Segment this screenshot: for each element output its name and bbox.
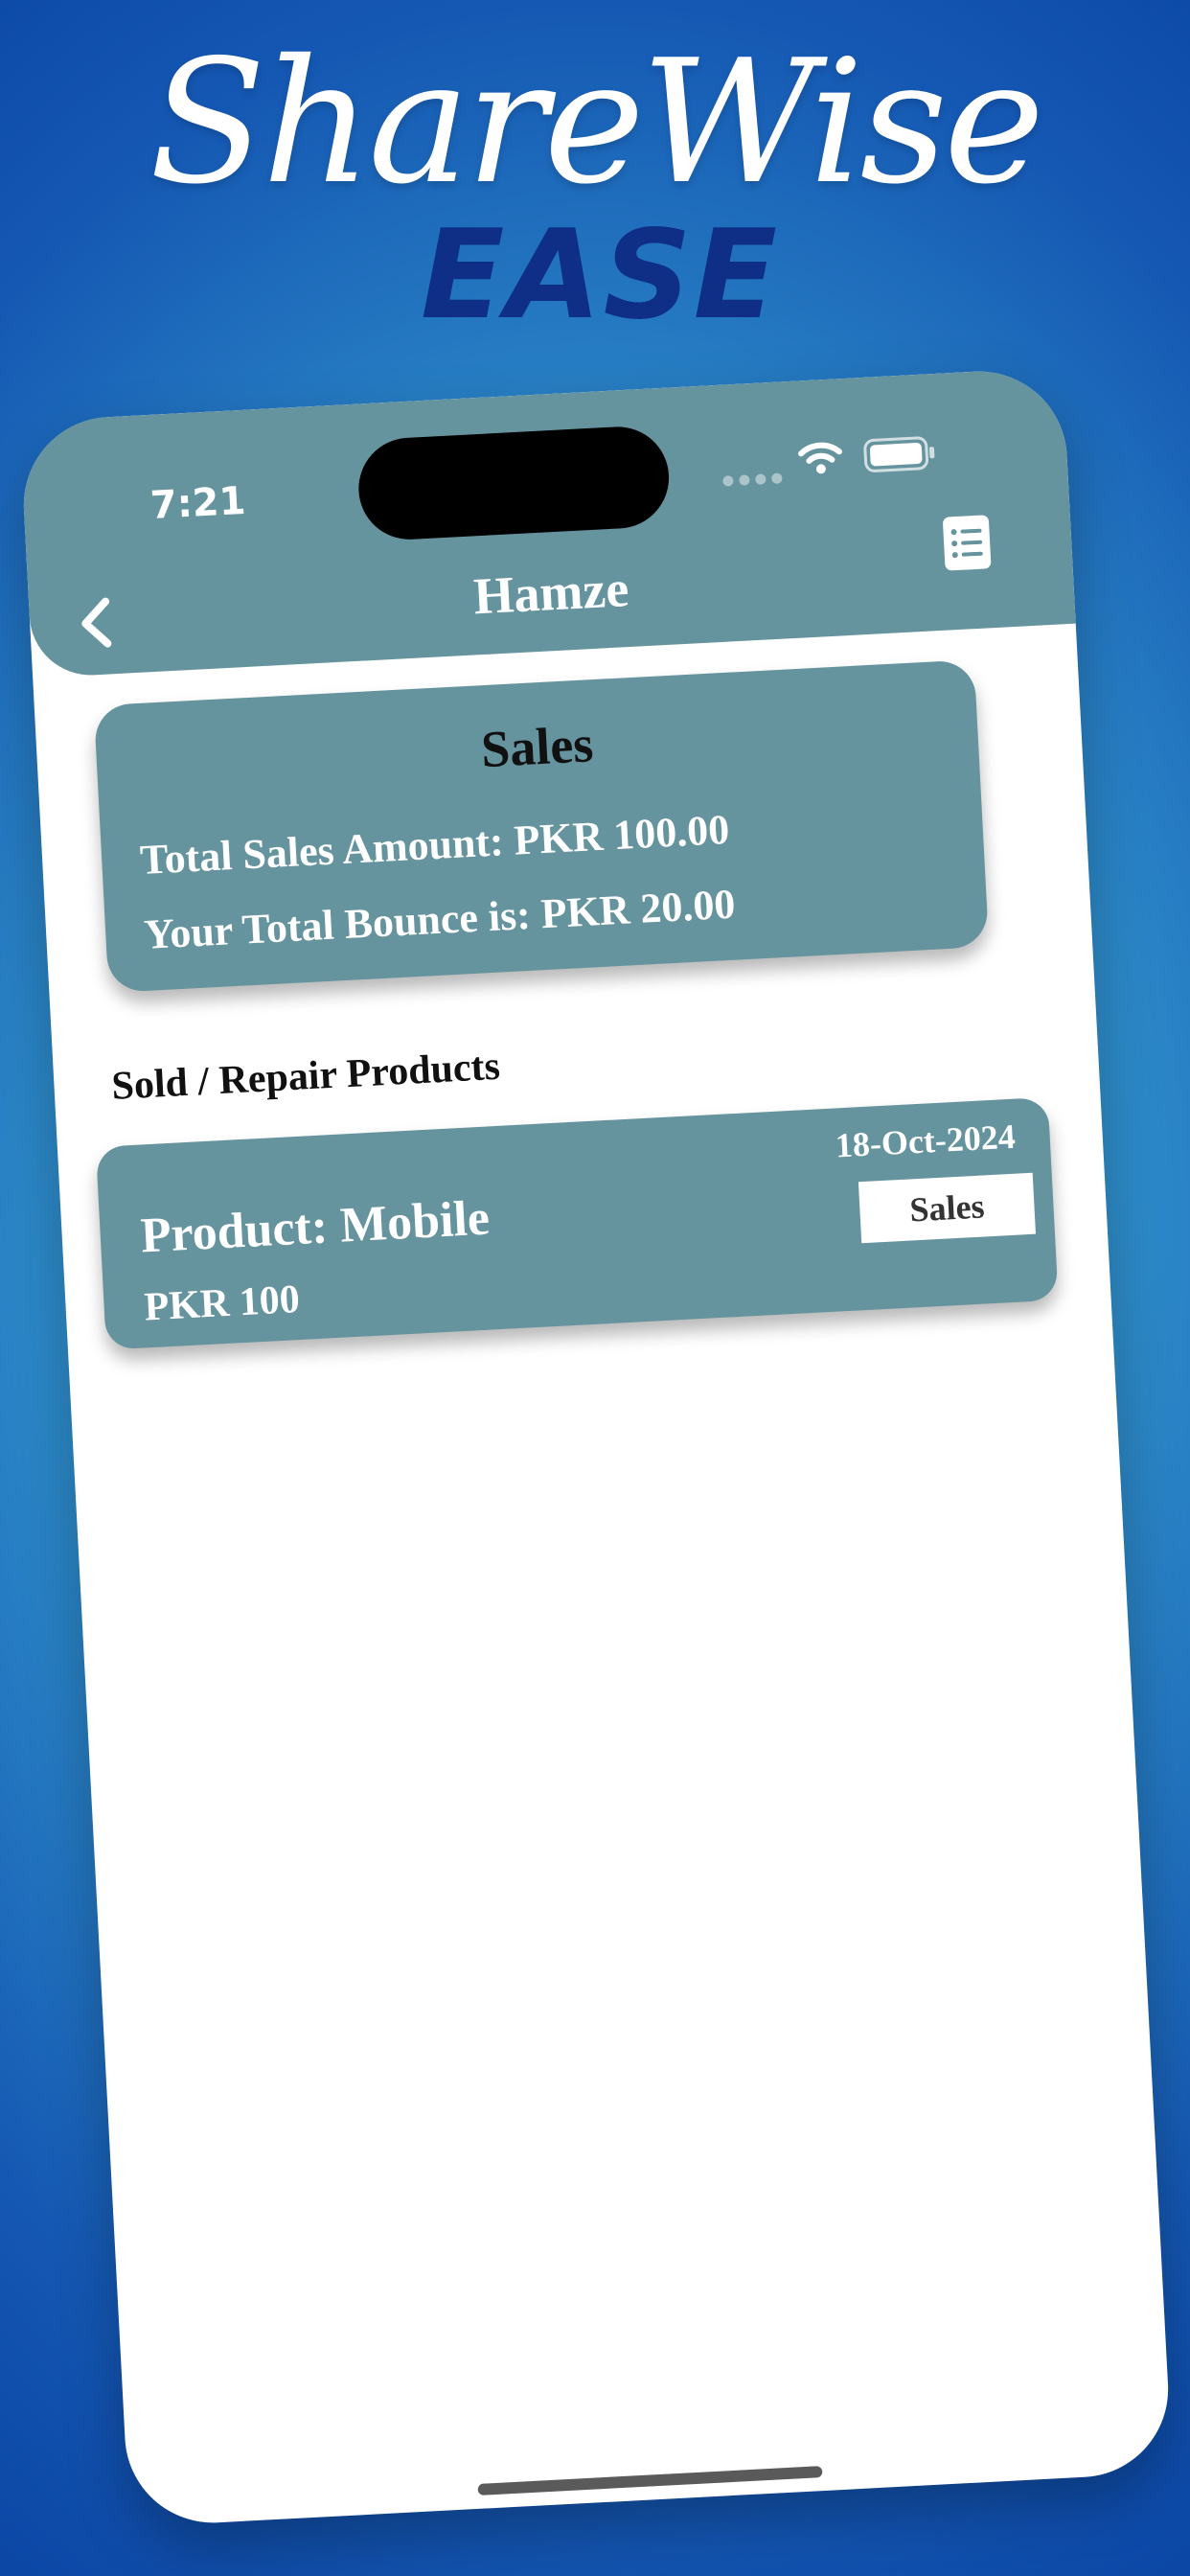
product-type-badge: Sales (858, 1172, 1036, 1244)
page-title: Hamze (471, 560, 630, 626)
wifi-icon (798, 442, 842, 474)
list-button[interactable] (941, 513, 994, 573)
home-indicator[interactable] (477, 2466, 823, 2496)
battery-icon (863, 436, 935, 472)
section-heading: Sold / Repair Products (110, 1044, 501, 1109)
cellular-signal-icon (722, 472, 783, 487)
app-header: 7:21 Hamze (19, 366, 1076, 678)
status-time: 7:21 (149, 478, 247, 528)
product-date: 18-Oct-2024 (834, 1116, 1017, 1165)
total-bounce: Your Total Bounce is: PKR 20.00 (143, 880, 737, 958)
promo-banner: ShareWise EASE (0, 27, 1190, 343)
product-name: Product: Mobile (139, 1190, 492, 1264)
product-price: PKR 100 (143, 1277, 301, 1330)
dynamic-island (355, 424, 672, 542)
summary-title: Sales (479, 715, 595, 779)
phone-frame: 7:21 Hamze Sales Total Sales Amount: PKR… (19, 366, 1173, 2528)
sales-summary-card: Sales Total Sales Amount: PKR 100.00 You… (93, 659, 990, 993)
list-document-icon (943, 515, 992, 571)
product-card[interactable]: Product: Mobile PKR 100 18-Oct-2024 Sale… (95, 1096, 1059, 1350)
brand-title: ShareWise (149, 23, 1045, 221)
brand-subtitle: EASE (420, 204, 780, 347)
total-sales-amount: Total Sales Amount: PKR 100.00 (139, 805, 731, 885)
